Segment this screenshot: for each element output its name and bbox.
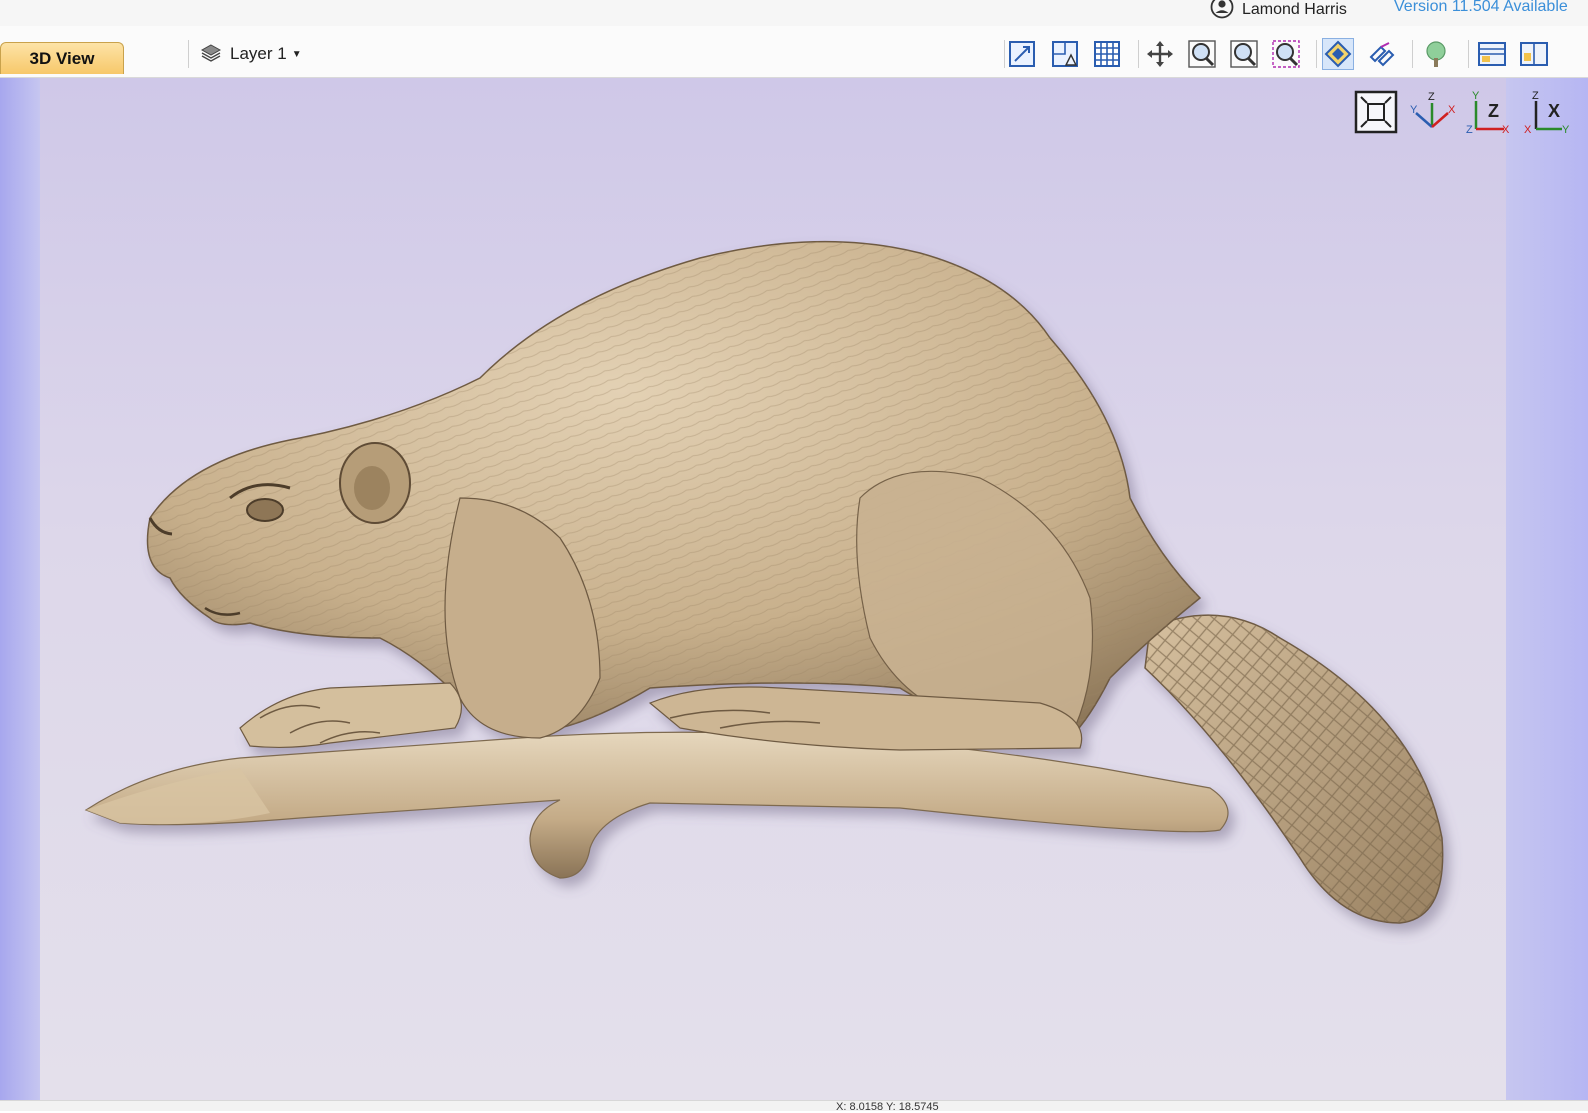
zoom-out-button[interactable] [1228,38,1260,70]
layout-split-vertical-button[interactable] [1518,38,1550,70]
tree-icon [1426,41,1446,67]
view-toolbar: 3D View Layer 1 ▼ [0,26,1588,78]
zoom-in-icon [1188,40,1216,68]
show-2d-view-icon [1052,41,1078,67]
svg-text:X: X [1524,124,1532,135]
toolbar-separator [188,40,189,68]
layout-split-horizontal-icon [1478,42,1506,66]
user-name: Lamond Harris [1242,1,1347,18]
user-account[interactable]: Lamond Harris [1210,0,1347,20]
pan-button[interactable] [1144,38,1176,70]
version-notice-link[interactable]: Version 11.504 Available [1394,0,1568,15]
svg-text:X: X [1548,101,1560,121]
svg-text:Z: Z [1532,90,1539,102]
title-bar: Lamond Harris Version 11.504 Available [0,0,1588,26]
user-circle-icon [1210,0,1234,19]
beaver-eye [246,498,284,522]
toolbar-separator [1468,40,1469,68]
zoom-extents-button[interactable] [1352,88,1400,136]
render-shaded-icon [1324,40,1352,68]
iso-view-icon: Z Y X [1410,91,1456,128]
layer-label: Layer 1 [230,44,287,63]
svg-text:Z: Z [1488,101,1499,121]
axis-x-label: X [1448,104,1456,116]
render-toolpath-button[interactable] [1366,38,1398,70]
toolbar-separator [1412,40,1413,68]
toggle-grid-icon [1094,41,1120,67]
beaver-front-paw [239,682,462,749]
toggle-grid-button[interactable] [1091,38,1123,70]
axis-y-label: Y [1410,104,1418,116]
beaver-relief-model[interactable] [0,78,1588,1100]
chevron-down-icon: ▼ [291,48,302,60]
tree-button[interactable] [1420,38,1452,70]
layout-split-horizontal-button[interactable] [1476,38,1508,70]
zoom-selection-button[interactable] [1270,38,1302,70]
fit-to-size-button[interactable] [1006,38,1038,70]
status-bar: X: 8.0158 Y: 18.5745 [0,1100,1588,1113]
zoom-in-button[interactable] [1186,38,1218,70]
svg-text:Y: Y [1472,90,1480,102]
view-side-button[interactable]: Z X X Y [1522,88,1572,136]
svg-text:Y: Y [1562,124,1570,135]
axis-z-label: Z [1428,91,1435,103]
layer-stack-icon [200,44,222,62]
show-2d-view-button[interactable] [1049,38,1081,70]
zoom-selection-icon [1272,40,1300,68]
zoom-out-icon [1230,40,1258,68]
view-front-button[interactable]: Y Z Z X [1466,88,1516,136]
zoom-extents-icon [1354,90,1398,134]
view-front-icon: Y Z Z X [1466,90,1510,135]
render-shaded-button[interactable] [1322,38,1354,70]
tab-3d-view[interactable]: 3D View [0,42,124,74]
toolbar-separator [1004,40,1005,68]
layout-split-vertical-icon [1520,42,1548,66]
layer-dropdown[interactable]: Layer 1 ▼ [200,42,302,66]
svg-text:X: X [1502,124,1510,135]
toolbar-separator [1316,40,1317,68]
svg-text:Z: Z [1466,124,1473,135]
pan-icon [1147,41,1173,67]
render-toolpath-icon [1369,42,1395,67]
fit-to-size-icon [1009,41,1035,67]
toolbar-separator [1138,40,1139,68]
view-side-icon: Z X X Y [1524,90,1570,135]
3d-viewport[interactable]: Z Y X Y Z Z X Z X X Y [0,78,1588,1100]
iso-view-button[interactable]: Z Y X [1408,88,1460,136]
